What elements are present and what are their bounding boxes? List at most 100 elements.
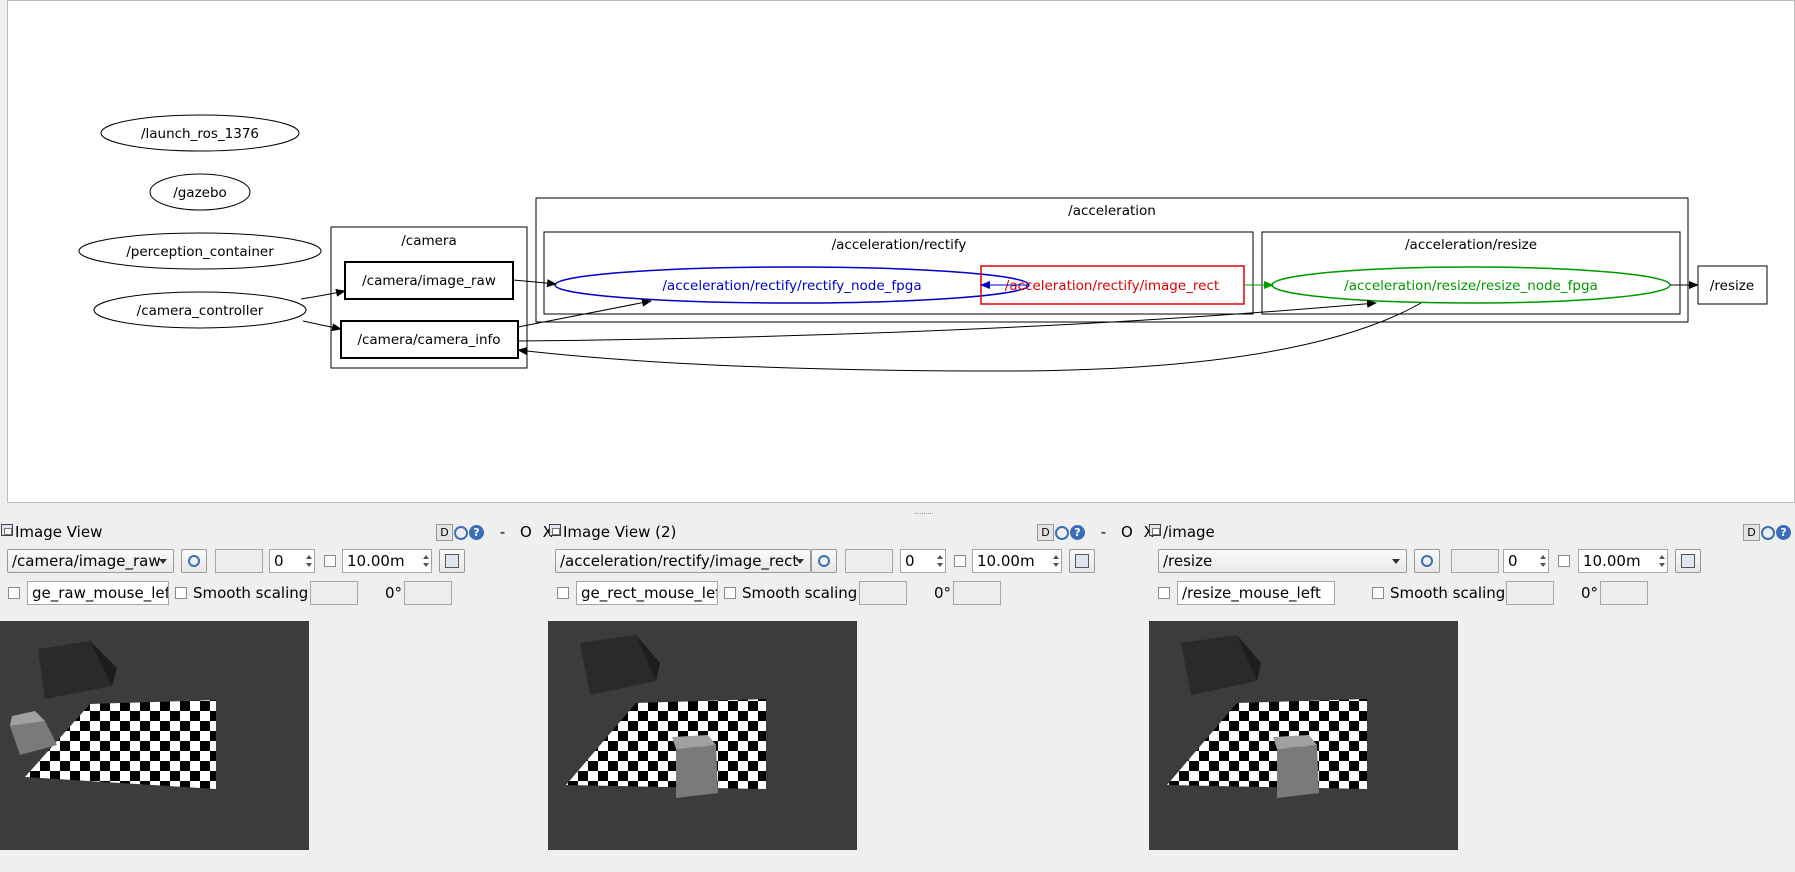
help-icon[interactable]: ? [469,525,484,540]
number-spinbox[interactable]: 0 [900,549,946,573]
number-spinbox[interactable]: 0 [1503,549,1549,573]
dock-buttons: D? [1743,522,1791,542]
mouse-topic-field[interactable]: ge_raw_mouse_left [27,581,169,605]
rotation-label: 0° [385,584,403,602]
node-resize-fpga[interactable]: /acceleration/resize/resize_node_fpga [1271,266,1671,304]
dynamic-range-checkbox[interactable] [954,555,966,567]
smooth-scaling-checkbox[interactable] [1372,587,1384,599]
spin-up-icon[interactable] [423,555,429,559]
number-spinbox[interactable]: 0 [269,549,315,573]
rotation-field-left[interactable] [1506,581,1554,605]
topic-camera-camera-info[interactable]: /camera/camera_info [340,320,519,359]
smooth-scaling-checkbox[interactable] [175,587,187,599]
node-perception-container[interactable]: /perception_container [78,232,322,270]
spin-value: 0 [274,552,284,570]
refresh-topics-button[interactable] [181,549,207,573]
d-button[interactable]: D [1037,524,1054,541]
node-gazebo[interactable]: /gazebo [149,173,251,211]
topic-resize[interactable]: /resize [1697,265,1768,305]
rotation-field-left[interactable] [310,581,358,605]
publish-click-checkbox[interactable] [1158,587,1170,599]
period-spinbox[interactable]: 10.00m [342,549,432,573]
scene-render [566,635,766,798]
help-icon[interactable]: ? [1070,525,1085,540]
period-spinbox[interactable]: 10.00m [1578,549,1668,573]
empty-field[interactable] [1451,549,1499,573]
dynamic-range-checkbox[interactable] [1558,555,1570,567]
refresh-icon[interactable] [1055,525,1069,540]
refresh-icon[interactable] [1761,525,1775,540]
empty-field[interactable] [845,549,893,573]
d-button[interactable]: D [436,524,453,541]
spin-down-icon[interactable] [937,563,943,567]
node-graph-canvas[interactable]: /launch_ros_1376 /gazebo /perception_con… [7,0,1795,503]
splitter-handle[interactable] [915,513,933,517]
svg-text:/acceleration/rectify: /acceleration/rectify [832,237,967,253]
publish-click-checkbox[interactable] [557,587,569,599]
camera-image[interactable] [0,621,309,850]
spin-up-icon[interactable] [1540,555,1546,559]
save-image-button[interactable] [439,549,465,573]
mouse-topic-field[interactable]: ge_rect_mouse_left [576,581,718,605]
help-icon[interactable]: ? [1776,525,1791,540]
publish-click-checkbox[interactable] [8,587,20,599]
rotation-field-left[interactable] [859,581,907,605]
rotation-field-right[interactable] [1600,581,1648,605]
spin-up-icon[interactable] [1659,555,1665,559]
spin-down-icon[interactable] [1540,563,1546,567]
spin-down-icon[interactable] [306,563,312,567]
save-icon [1075,554,1089,568]
panel-title: Image View [15,523,103,541]
svg-text:/gazebo: /gazebo [173,185,227,201]
topic-combo[interactable]: /acceleration/rectify/image_rect [555,549,811,573]
chevron-down-icon [1392,559,1400,564]
image-view-panel-1: Image View D? - O X /camera/image_raw 0 … [0,518,553,872]
save-image-button[interactable] [1675,549,1701,573]
smooth-scaling-label: Smooth scaling [742,584,858,602]
topic-combo[interactable]: /camera/image_raw [7,549,174,573]
svg-text:/resize: /resize [1710,278,1754,294]
refresh-icon[interactable] [454,525,468,540]
mouse-topic-field[interactable]: /resize_mouse_left [1177,581,1335,605]
smooth-scaling-checkbox[interactable] [724,587,736,599]
image-view-panel-2: Image View (2) D? - O X /acceleration/re… [548,518,1154,872]
node-rectify-fpga[interactable]: /acceleration/rectify/rectify_node_fpga [554,266,1030,304]
float-button[interactable]: O [1121,522,1133,542]
rotation-label: 0° [934,584,952,602]
chevron-down-icon [796,559,804,564]
save-image-button[interactable] [1069,549,1095,573]
rotation-field-right[interactable] [953,581,1001,605]
window-icon [1,524,13,536]
spin-up-icon[interactable] [306,555,312,559]
refresh-topics-button[interactable] [1414,549,1440,573]
topic-combo[interactable]: /resize [1158,549,1407,573]
spin-down-icon[interactable] [423,563,429,567]
period-value: 10.00m [977,552,1035,570]
dynamic-range-checkbox[interactable] [324,555,336,567]
spin-up-icon[interactable] [937,555,943,559]
save-icon [445,554,459,568]
spin-down-icon[interactable] [1659,563,1665,567]
spin-up-icon[interactable] [1053,555,1059,559]
d-button[interactable]: D [1743,524,1760,541]
topic-combo-value: /acceleration/rectify/image_rect [560,552,799,570]
topic-camera-image-raw[interactable]: /camera/image_raw [344,261,514,300]
rotation-field-right[interactable] [404,581,452,605]
resized-image[interactable] [1149,621,1458,850]
chevron-down-icon [159,559,167,564]
minimize-button[interactable]: - [1101,522,1106,542]
spin-value: 0 [905,552,915,570]
float-button[interactable]: O [520,522,532,542]
svg-text:/acceleration: /acceleration [1068,203,1156,219]
spin-down-icon[interactable] [1053,563,1059,567]
scene-render [10,641,216,789]
refresh-topics-button[interactable] [811,549,837,573]
empty-field[interactable] [215,549,263,573]
node-graph-svg: /launch_ros_1376 /gazebo /perception_con… [78,114,1768,372]
node-camera-controller[interactable]: /camera_controller [93,291,307,329]
minimize-button[interactable]: - [500,522,505,542]
rectified-image[interactable] [548,621,857,850]
svg-text:/camera_controller: /camera_controller [137,303,264,319]
node-launch-ros[interactable]: /launch_ros_1376 [100,114,300,152]
period-spinbox[interactable]: 10.00m [972,549,1062,573]
